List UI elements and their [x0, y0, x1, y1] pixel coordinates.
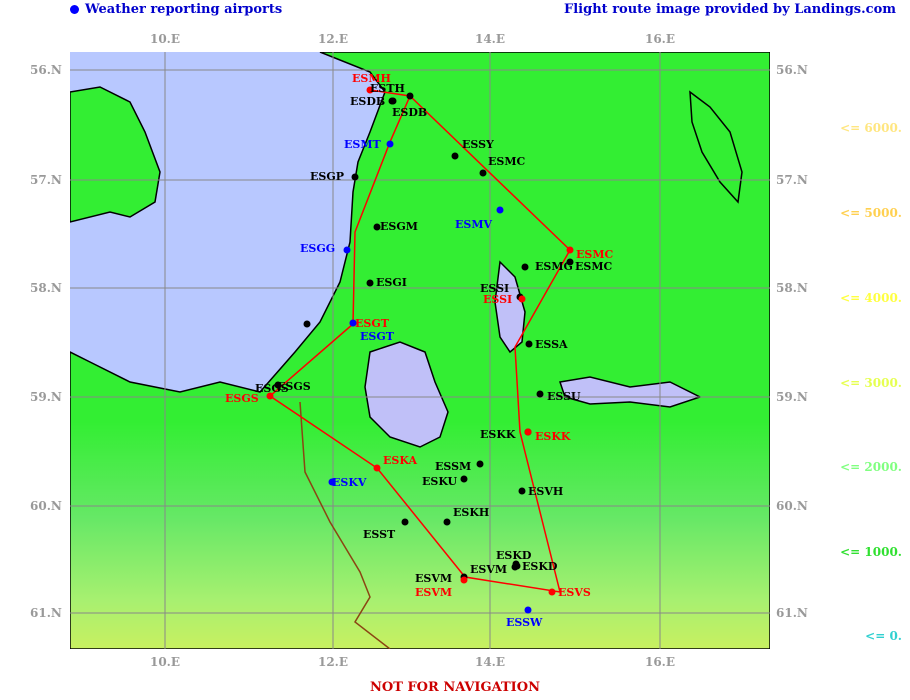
lat-label-right-57: 57.N	[776, 173, 808, 187]
legend-elev-3000: <= 3000.	[840, 376, 902, 390]
lon-label-top-16: 16.E	[644, 32, 676, 46]
airport-label-esmc: ESMC	[575, 260, 613, 273]
airport-marker-esmc	[479, 169, 487, 177]
lat-label-right-61: 61.N	[776, 606, 808, 620]
credit-text: Flight route image provided by Landings.…	[564, 2, 896, 17]
airport-label-esvs: ESVS	[558, 586, 591, 599]
lat-label-left-59: 59.N	[30, 390, 62, 404]
airport-marker-eska	[373, 464, 381, 472]
lat-label-left-61: 61.N	[30, 606, 62, 620]
lat-label-left-56: 56.N	[30, 63, 62, 77]
airport-label-essa: ESSA	[535, 338, 568, 351]
legend-elev-6000: <= 6000.	[840, 121, 902, 135]
airport-label-essw: ESSW	[506, 616, 543, 629]
airport-label-essm: ESSM	[435, 460, 471, 473]
lat-label-right-56: 56.N	[776, 63, 808, 77]
airport-marker-esku	[460, 475, 468, 483]
airport-label-esmv: ESMV	[455, 218, 493, 231]
airport-marker-esmv	[496, 206, 504, 214]
reporting-airport-dot-icon	[70, 5, 79, 14]
airport-label-esgm: ESGM	[380, 220, 418, 233]
lat-label-right-59: 59.N	[776, 390, 808, 404]
airport-label-esgi: ESGI	[376, 276, 407, 289]
airport-marker-esgs	[303, 320, 311, 328]
airport-marker-esvs	[548, 588, 556, 596]
airport-marker-esmg	[521, 263, 529, 271]
airport-label-eskd: ESKD	[522, 560, 558, 573]
airport-label-esvm: ESVM	[415, 586, 452, 599]
airport-label-esgs: ESGS	[277, 380, 311, 393]
airport-label-esgg: ESGG	[300, 242, 335, 255]
lat-label-left-58: 58.N	[30, 281, 62, 295]
airport-marker-essi	[518, 295, 526, 303]
airport-label-esmt: ESMT	[344, 138, 382, 151]
airport-label-esku: ESKU	[422, 475, 457, 488]
legend-elev-0: <= 0.	[865, 629, 902, 643]
lon-label-bottom-14: 14.E	[474, 655, 506, 669]
airport-marker-esdb	[388, 97, 396, 105]
airport-label-esgt: ESGT	[355, 317, 390, 330]
lat-label-left-57: 57.N	[30, 173, 62, 187]
airport-label-esdb: ESDB	[392, 106, 427, 119]
not-for-navigation-notice: NOT FOR NAVIGATION	[370, 680, 540, 695]
airport-label-eskv: ESKV	[332, 476, 367, 489]
airport-label-esvh: ESVH	[528, 485, 563, 498]
airport-marker-esmt	[386, 140, 394, 148]
airport-marker-essa	[525, 340, 533, 348]
airport-label-esth: ESTH	[370, 82, 405, 95]
lon-label-top-14: 14.E	[474, 32, 506, 46]
airport-label-eskh: ESKH	[453, 506, 489, 519]
lon-label-top-12: 12.E	[317, 32, 349, 46]
legend-reporting-airports: Weather reporting airports	[70, 2, 282, 17]
airport-marker-esgg	[343, 246, 351, 254]
lat-label-right-60: 60.N	[776, 499, 808, 513]
airport-label-essy: ESSY	[462, 138, 494, 151]
airport-label-essu: ESSU	[547, 390, 581, 403]
airport-label-esst: ESST	[363, 528, 396, 541]
airport-marker-esgp	[351, 173, 359, 181]
legend-elev-2000: <= 2000.	[840, 460, 902, 474]
airport-marker-esgi	[366, 279, 374, 287]
airport-marker-esgt	[349, 319, 357, 327]
airport-marker-essw	[524, 606, 532, 614]
airport-label-esgt: ESGT	[360, 330, 395, 343]
lon-label-bottom-16: 16.E	[644, 655, 676, 669]
airport-marker-esvh	[518, 487, 526, 495]
airport-label-eskk: ESKK	[480, 428, 516, 441]
legend-elev-4000: <= 4000.	[840, 291, 902, 305]
airport-label-esgp: ESGP	[310, 170, 344, 183]
airport-marker-esmc	[566, 258, 574, 266]
airport-label-eskk: ESKK	[535, 430, 571, 443]
lon-label-bottom-10: 10.E	[149, 655, 181, 669]
legend-elev-5000: <= 5000.	[840, 206, 902, 220]
airport-marker-esmc	[566, 246, 574, 254]
lon-label-top-10: 10.E	[149, 32, 181, 46]
legend-elev-1000: <= 1000.	[840, 545, 902, 559]
airport-label-esdb: ESDB	[350, 95, 385, 108]
airport-label-esvm: ESVM	[415, 572, 452, 585]
airport-marker-esst	[401, 518, 409, 526]
airport-marker-essy	[451, 152, 459, 160]
airport-marker-eskk	[524, 428, 532, 436]
airport-marker-eskh	[443, 518, 451, 526]
lat-label-left-60: 60.N	[30, 499, 62, 513]
airport-marker-essm	[476, 460, 484, 468]
airport-label-esgs: ESGS	[225, 392, 259, 405]
route-map: ESMHESTHESDBESDBESMT ESSYESMCESGPESMVESGM…	[70, 52, 770, 649]
airport-label-esmc: ESMC	[488, 155, 526, 168]
airport-label-essi: ESSI	[483, 293, 512, 306]
airport-marker-eskd	[513, 562, 521, 570]
airport-label-esvm: ESVM	[470, 563, 507, 576]
lat-label-right-58: 58.N	[776, 281, 808, 295]
airport-marker-esgs	[266, 392, 274, 400]
reporting-airports-label: Weather reporting airports	[85, 2, 283, 17]
airport-marker-esvm	[460, 576, 468, 584]
airport-label-eska: ESKA	[383, 454, 417, 467]
airport-marker-esth	[406, 92, 414, 100]
lon-label-bottom-12: 12.E	[317, 655, 349, 669]
airport-marker-essu	[536, 390, 544, 398]
